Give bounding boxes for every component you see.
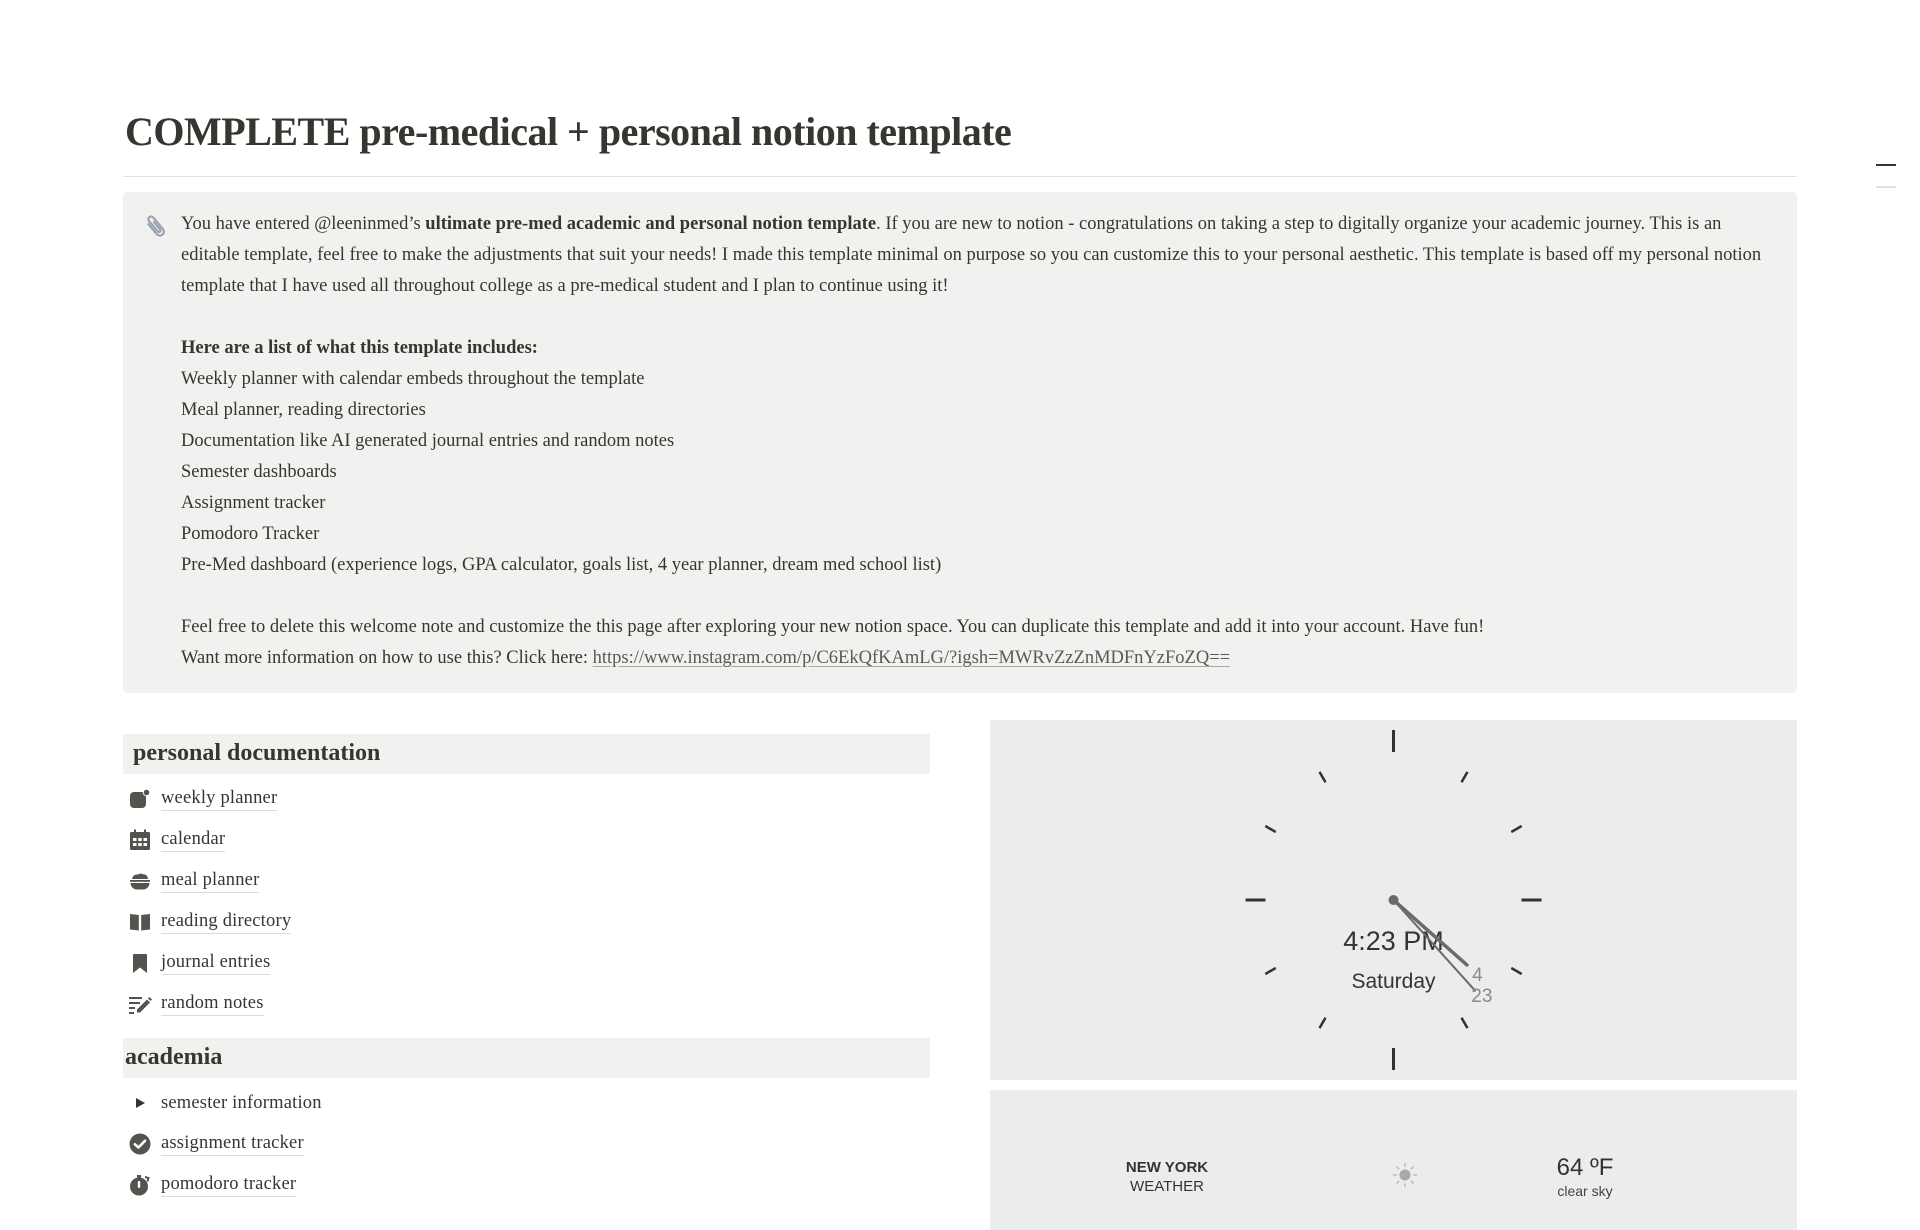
calendar-icon [127, 827, 153, 853]
clock-hour-label: 4 [1472, 965, 1483, 986]
more-info-label: Want more information on how to use this… [181, 648, 593, 668]
clock-tick [1510, 824, 1523, 834]
section-heading-personal-documentation[interactable]: personal documentation [123, 734, 930, 774]
weather-condition: clear sky [1557, 1183, 1613, 1199]
clock-center-dot [1388, 895, 1399, 905]
list-item: Meal planner, reading directories [181, 400, 426, 420]
list-item: Pomodoro Tracker [181, 524, 320, 544]
welcome-callout: You have entered @leeninmed’s ultimate p… [123, 192, 1797, 693]
sun-icon [1392, 1162, 1418, 1188]
section-heading-academia[interactable]: academia [123, 1038, 930, 1078]
page-link-meal-planner[interactable]: meal planner [123, 860, 930, 901]
list-item: Documentation like AI generated journal … [181, 431, 675, 451]
check-circle-icon [127, 1131, 153, 1157]
intro-bold-text: ultimate pre-med academic and personal n… [425, 214, 877, 234]
list-item: Assignment tracker [181, 493, 326, 513]
page-link-journal-entries[interactable]: journal entries [123, 942, 930, 983]
weather-temperature: 64 ºF [1556, 1154, 1614, 1181]
page-link-label[interactable]: pomodoro tracker [161, 1172, 297, 1197]
analog-clock: 4:23 PM Saturday 4 23 [1245, 730, 1542, 1070]
page-link-label[interactable]: assignment tracker [161, 1131, 304, 1156]
list-item: Semester dashboards [181, 462, 337, 482]
page-link-label[interactable]: calendar [161, 827, 226, 852]
edit-notes-icon [127, 991, 153, 1017]
page-link-label[interactable]: reading directory [161, 909, 292, 934]
weather-widget[interactable]: NEW YORK WEATHER 64 ºF clear sky [990, 1090, 1797, 1230]
academia-list: semester information assignment tracker … [123, 1078, 930, 1205]
clock-tick [1264, 824, 1277, 834]
list-item: Weekly planner with calendar embeds thro… [181, 369, 645, 389]
clock-tick [1510, 966, 1523, 976]
weather-temperature-block: 64 ºF clear sky [1525, 1154, 1645, 1200]
toc-line-active[interactable] [1876, 164, 1896, 166]
list-item: Pre-Med dashboard (experience logs, GPA … [181, 555, 942, 575]
page-link-label[interactable]: meal planner [161, 868, 260, 893]
weather-location: NEW YORK WEATHER [1107, 1158, 1227, 1196]
clock-tick [1318, 1017, 1327, 1029]
closing-text: Feel free to delete this welcome note an… [181, 617, 1485, 637]
divider [123, 176, 1797, 177]
clock-tick [1460, 771, 1469, 783]
callout-intro: You have entered @leeninmed’s ultimate p… [181, 209, 1771, 302]
toc-line[interactable] [1876, 186, 1896, 188]
page-title[interactable]: COMPLETE pre-medical + personal notion t… [125, 104, 1012, 160]
page-link-assignment-tracker[interactable]: assignment tracker [123, 1123, 930, 1164]
page-link-label[interactable]: weekly planner [161, 786, 278, 811]
notification-square-icon [127, 786, 153, 812]
page-link-weekly-planner[interactable]: weekly planner [123, 778, 930, 819]
clock-tick [1460, 1017, 1469, 1029]
clock-tick [1264, 966, 1277, 976]
table-of-contents-icon[interactable] [1876, 164, 1896, 208]
bookmark-icon [127, 950, 153, 976]
toggle-triangle-icon[interactable] [127, 1090, 153, 1116]
open-book-icon [127, 909, 153, 935]
clock-tick [1318, 771, 1327, 783]
clock-day: Saturday [1351, 970, 1436, 993]
weather-city: NEW YORK [1125, 1159, 1209, 1176]
page-link-random-notes[interactable]: random notes [123, 983, 930, 1024]
instagram-link[interactable]: https://www.instagram.com/p/C6EkQfKAmLG/… [593, 648, 1230, 668]
left-column: personal documentation weekly planner ca… [123, 734, 930, 1205]
paperclip-icon[interactable] [141, 212, 171, 242]
clock-widget[interactable]: 4:23 PM Saturday 4 23 [990, 720, 1797, 1080]
toggle-label[interactable]: semester information [161, 1091, 322, 1115]
page-link-label[interactable]: random notes [161, 991, 264, 1016]
weather-subtitle: WEATHER [1130, 1178, 1204, 1195]
intro-text: You have entered @leeninmed’s [181, 214, 426, 234]
page-link-reading-directory[interactable]: reading directory [123, 901, 930, 942]
bowl-icon [127, 868, 153, 894]
more-info-line: Want more information on how to use this… [181, 643, 1771, 674]
page-link-label[interactable]: journal entries [161, 950, 271, 975]
callout-body: You have entered @leeninmed’s ultimate p… [181, 209, 1771, 674]
toggle-semester-information[interactable]: semester information [123, 1082, 930, 1123]
personal-documentation-list: weekly planner calendar meal planner rea… [123, 774, 930, 1024]
list-heading-text: Here are a list of what this template in… [181, 338, 538, 358]
list-heading: Here are a list of what this template in… [181, 333, 1771, 364]
clock-minute-label: 23 [1471, 986, 1492, 1007]
page-link-calendar[interactable]: calendar [123, 819, 930, 860]
stopwatch-icon [127, 1172, 153, 1198]
